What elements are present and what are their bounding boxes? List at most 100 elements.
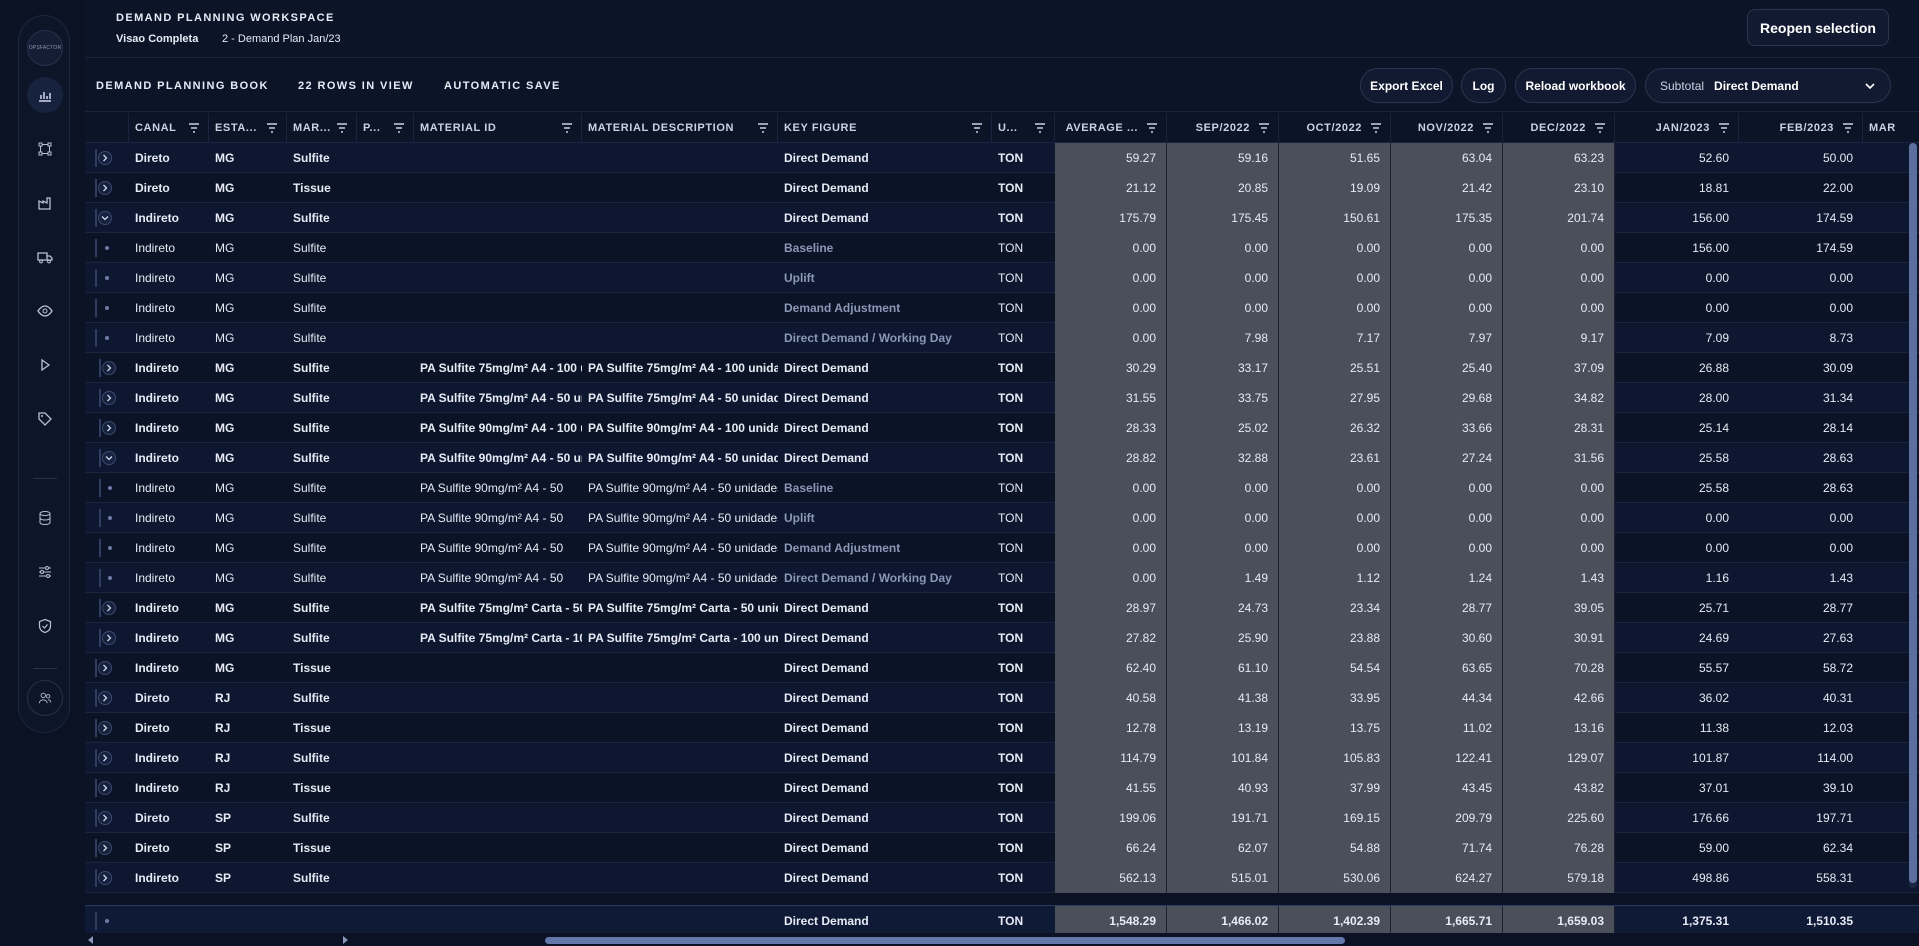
cell-value[interactable]: 0.00 bbox=[1055, 263, 1167, 293]
cell-value[interactable]: 50.00 bbox=[1739, 143, 1863, 173]
filter-icon[interactable] bbox=[1034, 122, 1046, 134]
cell-value[interactable]: 1.16 bbox=[1615, 563, 1739, 593]
cell-value[interactable]: 58.72 bbox=[1739, 653, 1863, 683]
cell-value[interactable]: 24.73 bbox=[1167, 593, 1279, 623]
cell-value[interactable]: 26.88 bbox=[1615, 353, 1739, 383]
cell-value[interactable]: 0.00 bbox=[1503, 473, 1615, 503]
row-control[interactable] bbox=[85, 413, 129, 443]
cell-value[interactable]: 11.38 bbox=[1615, 713, 1739, 743]
cell-value[interactable]: 70.28 bbox=[1503, 653, 1615, 683]
cell-value[interactable]: 31.55 bbox=[1055, 383, 1167, 413]
cell-value[interactable]: 41.55 bbox=[1055, 773, 1167, 803]
cell-value[interactable]: 62.40 bbox=[1055, 653, 1167, 683]
nav-play[interactable] bbox=[27, 347, 63, 383]
filter-icon[interactable] bbox=[1482, 122, 1494, 134]
nav-tag[interactable] bbox=[27, 401, 63, 437]
collapse-row-button[interactable] bbox=[102, 451, 116, 465]
cell-value[interactable]: 63.23 bbox=[1503, 143, 1615, 173]
table-row[interactable]: Direto RJ Tissue Direct Demand TON 12.78 13.19… bbox=[85, 713, 1919, 743]
cell-value[interactable]: 37.99 bbox=[1279, 773, 1391, 803]
cell-value[interactable]: 0.00 bbox=[1055, 473, 1167, 503]
cell-value[interactable]: 156.00 bbox=[1615, 203, 1739, 233]
cell-value[interactable]: 0.00 bbox=[1279, 533, 1391, 563]
row-control[interactable] bbox=[85, 833, 129, 863]
cell-value[interactable]: 59.00 bbox=[1615, 833, 1739, 863]
scroll-left-icon[interactable] bbox=[87, 936, 95, 944]
cell-value[interactable]: 55.57 bbox=[1615, 653, 1739, 683]
cell-value[interactable]: 101.84 bbox=[1167, 743, 1279, 773]
cell-value[interactable]: 25.14 bbox=[1615, 413, 1739, 443]
cell-value[interactable]: 33.66 bbox=[1391, 413, 1503, 443]
cell-value[interactable]: 175.35 bbox=[1391, 203, 1503, 233]
nav-users[interactable] bbox=[27, 680, 63, 716]
nav-network[interactable] bbox=[27, 131, 63, 167]
cell-value[interactable]: 0.00 bbox=[1739, 293, 1863, 323]
row-control[interactable] bbox=[85, 473, 129, 503]
cell-value[interactable]: 199.06 bbox=[1055, 803, 1167, 833]
cell-value[interactable]: 0.00 bbox=[1503, 263, 1615, 293]
header-cell-m1[interactable]: OCT/2022 bbox=[1279, 113, 1391, 143]
cell-value[interactable]: 27.63 bbox=[1739, 623, 1863, 653]
cell-value[interactable]: 9.17 bbox=[1503, 323, 1615, 353]
expand-row-button[interactable] bbox=[98, 721, 112, 735]
filter-icon[interactable] bbox=[266, 122, 278, 134]
filter-icon[interactable] bbox=[1370, 122, 1382, 134]
filter-icon[interactable] bbox=[1146, 122, 1158, 134]
header-cell-key_figure[interactable]: KEY FIGURE bbox=[778, 113, 992, 143]
cell-value[interactable]: 201.74 bbox=[1503, 203, 1615, 233]
cell-value[interactable]: 28.77 bbox=[1391, 593, 1503, 623]
table-row[interactable]: Indireto MG Sulfite Direct Demand TON 175.79 1… bbox=[85, 203, 1919, 233]
cell-value[interactable]: 36.02 bbox=[1615, 683, 1739, 713]
row-control[interactable] bbox=[85, 443, 129, 473]
cell-value[interactable]: 33.17 bbox=[1167, 353, 1279, 383]
cell-value[interactable]: 42.66 bbox=[1503, 683, 1615, 713]
cell-value[interactable]: 25.58 bbox=[1615, 473, 1739, 503]
reopen-selection-button[interactable]: Reopen selection bbox=[1747, 9, 1889, 46]
table-row[interactable]: Indireto MG Sulfite PA Sulfite 75mg/m² A4 -… bbox=[85, 383, 1919, 413]
header-cell-m6[interactable]: MAR bbox=[1863, 113, 1919, 143]
cell-value[interactable]: 30.91 bbox=[1503, 623, 1615, 653]
cell-value[interactable]: 562.13 bbox=[1055, 863, 1167, 893]
cell-value[interactable]: 62.07 bbox=[1167, 833, 1279, 863]
table-row[interactable]: Indireto MG Sulfite PA Sulfite 90mg/m² A4 -… bbox=[85, 533, 1919, 563]
table-row[interactable]: Direto SP Sulfite Direct Demand TON 199.06 191… bbox=[85, 803, 1919, 833]
expand-row-button[interactable] bbox=[98, 181, 112, 195]
filter-icon[interactable] bbox=[757, 122, 769, 134]
row-control[interactable] bbox=[85, 863, 129, 893]
cell-value[interactable]: 191.71 bbox=[1167, 803, 1279, 833]
cell-value[interactable]: 7.97 bbox=[1391, 323, 1503, 353]
header-cell-m4[interactable]: JAN/2023 bbox=[1615, 113, 1739, 143]
cell-value[interactable]: 28.63 bbox=[1739, 443, 1863, 473]
horizontal-scroll-thumb[interactable] bbox=[545, 937, 1345, 944]
table-row[interactable]: Indireto RJ Tissue Direct Demand TON 41.55 40.… bbox=[85, 773, 1919, 803]
table-row[interactable]: Direto MG Sulfite Direct Demand TON 59.27 59.1… bbox=[85, 143, 1919, 173]
filter-icon[interactable] bbox=[393, 122, 405, 134]
cell-value[interactable]: 7.17 bbox=[1279, 323, 1391, 353]
cell-value[interactable]: 129.07 bbox=[1503, 743, 1615, 773]
cell-value[interactable]: 54.88 bbox=[1279, 833, 1391, 863]
cell-value[interactable]: 28.82 bbox=[1055, 443, 1167, 473]
cell-value[interactable]: 558.31 bbox=[1739, 863, 1863, 893]
cell-value[interactable]: 156.00 bbox=[1615, 233, 1739, 263]
cell-value[interactable]: 101.87 bbox=[1615, 743, 1739, 773]
table-row[interactable]: Indireto MG Sulfite Baseline TON 0.00 0.00 0.00… bbox=[85, 233, 1919, 263]
nav-sliders[interactable] bbox=[27, 554, 63, 590]
table-row[interactable]: Indireto MG Sulfite PA Sulfite 90mg/m² A4 -… bbox=[85, 563, 1919, 593]
filter-icon[interactable] bbox=[561, 122, 573, 134]
cell-value[interactable]: 0.00 bbox=[1391, 473, 1503, 503]
row-control[interactable] bbox=[85, 143, 129, 173]
table-row[interactable]: Indireto MG Sulfite PA Sulfite 75mg/m² Cart… bbox=[85, 593, 1919, 623]
expand-row-button[interactable] bbox=[102, 631, 116, 645]
cell-value[interactable]: 174.59 bbox=[1739, 233, 1863, 263]
header-cell-estado[interactable]: ESTA... bbox=[209, 113, 287, 143]
cell-value[interactable]: 25.51 bbox=[1279, 353, 1391, 383]
expand-row-button[interactable] bbox=[102, 391, 116, 405]
row-control[interactable] bbox=[85, 173, 129, 203]
table-row[interactable]: Direto RJ Sulfite Direct Demand TON 40.58 41.3… bbox=[85, 683, 1919, 713]
row-control[interactable] bbox=[85, 503, 129, 533]
cell-value[interactable]: 11.02 bbox=[1391, 713, 1503, 743]
cell-value[interactable]: 44.34 bbox=[1391, 683, 1503, 713]
cell-value[interactable]: 25.58 bbox=[1615, 443, 1739, 473]
cell-value[interactable]: 0.00 bbox=[1503, 233, 1615, 263]
cell-value[interactable]: 71.74 bbox=[1391, 833, 1503, 863]
